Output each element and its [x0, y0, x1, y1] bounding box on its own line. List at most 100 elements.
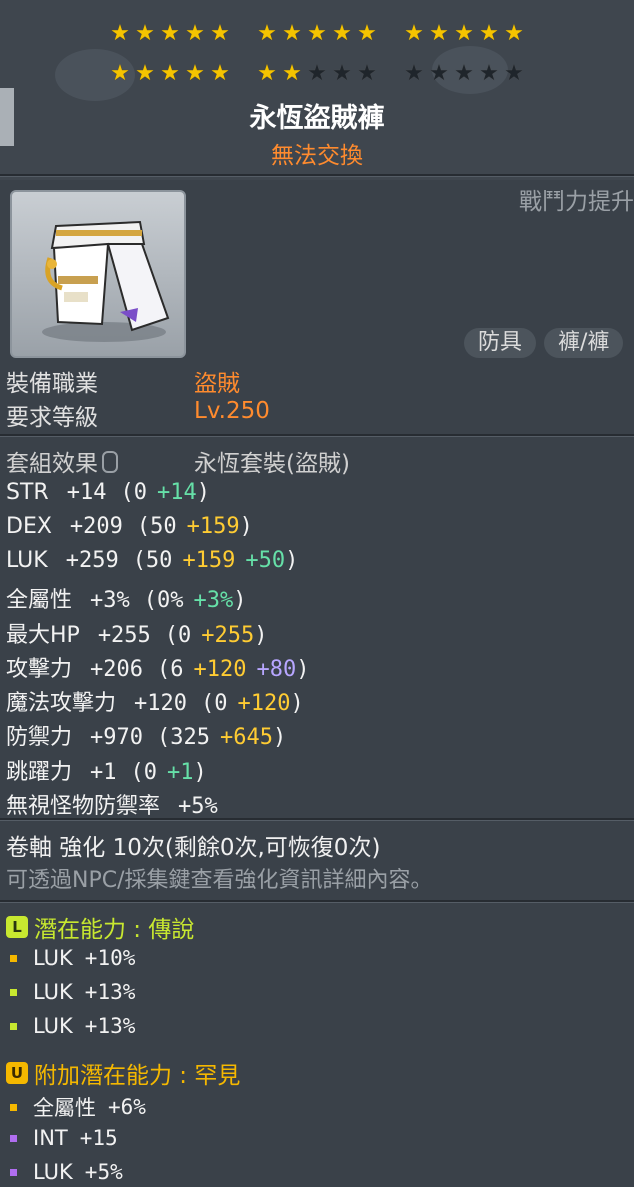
category-tag-armor: 防具: [464, 328, 537, 358]
stat-close: ): [272, 725, 287, 750]
star-filled-icon: ★: [110, 61, 130, 86]
star-filled-icon: ★: [160, 21, 180, 46]
stat-bonus: +255: [201, 623, 255, 648]
stat-bonus: +159: [182, 548, 236, 573]
star-group: ★ ★ ★ ★ ★: [109, 63, 232, 85]
stat-close: ): [285, 548, 299, 573]
stat-total: +5%: [178, 794, 218, 819]
potential-line: LUK +13%: [10, 1014, 135, 1038]
bullet-icon: [10, 988, 17, 996]
stat-base: (0: [130, 760, 158, 785]
stat-close: ): [196, 480, 210, 505]
potential-title: 潛在能力 : 傳說: [34, 917, 195, 943]
divider: [0, 174, 634, 177]
star-filled-icon: ★: [210, 21, 230, 46]
star-group: ★ ★ ★ ★ ★: [403, 23, 526, 45]
category-tag-pants: 褲/褲: [544, 328, 624, 358]
stat-close: ): [296, 657, 310, 682]
star-filled-icon: ★: [282, 61, 302, 86]
star-empty-icon: ★: [404, 61, 424, 86]
stat-close: ): [290, 691, 304, 716]
star-row: ★ ★ ★ ★ ★ ★ ★ ★ ★ ★ ★ ★ ★ ★ ★: [0, 54, 634, 94]
stat-name: 跳躍力: [6, 760, 73, 785]
star-filled-icon: ★: [210, 61, 230, 86]
stat-row: LUK +259 (50 +159 +50): [6, 548, 298, 573]
set-effect-name: 永恆套裝(盜賊): [194, 451, 350, 477]
bullet-icon: [10, 1103, 17, 1111]
stat-close: ): [254, 623, 268, 648]
legendary-badge-icon: L: [6, 916, 28, 938]
stat-bonus: +80: [256, 657, 297, 682]
stat-total: +120: [134, 691, 187, 716]
stat-total: +259: [65, 548, 119, 573]
stat-base: (325: [157, 725, 210, 750]
stat-name: LUK: [6, 548, 48, 573]
star-filled-icon: ★: [504, 21, 524, 46]
stat-bonus: +50: [245, 548, 286, 573]
stat-name: 無視怪物防禦率: [6, 794, 161, 819]
potential-value: +15: [79, 1126, 118, 1150]
star-filled-icon: ★: [282, 21, 302, 46]
star-group: ★ ★ ★ ★ ★: [256, 23, 379, 45]
stat-base: (50: [132, 548, 173, 573]
potential-header: L 潛在能力 : 傳說: [6, 910, 194, 944]
stat-bonus: +14: [156, 480, 197, 505]
stat-total: +206: [90, 657, 143, 682]
stat-row: 全屬性 +3% (0% +3%): [6, 582, 247, 614]
stat-close: ): [239, 514, 253, 539]
potential-line: 全屬性 +6%: [10, 1092, 146, 1122]
scroll-upgrade-info: 卷軸 強化 10次(剩餘0次,可恢復0次): [6, 835, 381, 861]
star-filled-icon: ★: [160, 61, 180, 86]
combat-power-label: 戰鬥力提升: [519, 189, 634, 215]
star-empty-icon: ★: [357, 61, 377, 86]
star-filled-icon: ★: [135, 21, 155, 46]
bullet-icon: [10, 1022, 17, 1030]
potential-line: LUK +13%: [10, 980, 135, 1004]
star-empty-icon: ★: [307, 61, 327, 86]
stat-total: +3%: [90, 588, 130, 613]
stat-bonus: +159: [186, 514, 240, 539]
upgrade-hint: 可透過NPC/採集鍵查看強化資訊詳細內容。: [6, 868, 433, 893]
divider: [0, 900, 634, 903]
bullet-icon: [10, 1134, 17, 1142]
star-group: ★ ★ ★ ★ ★: [403, 63, 526, 85]
stat-row: 最大HP +255 (0 +255): [6, 617, 268, 649]
potential-stat: LUK: [33, 1014, 73, 1038]
potential-stat: LUK: [33, 946, 73, 970]
set-effect-row[interactable]: 套組效果: [6, 444, 122, 478]
potential-value: +13%: [84, 980, 136, 1004]
white-gold-pants-icon: [42, 220, 170, 342]
stat-name: 攻擊力: [6, 657, 73, 682]
stat-row: DEX +209 (50 +159): [6, 514, 253, 539]
potential-value: +10%: [84, 946, 136, 970]
potential-value: +6%: [108, 1095, 146, 1119]
star-row: ★ ★ ★ ★ ★ ★ ★ ★ ★ ★ ★ ★ ★ ★ ★: [0, 14, 634, 54]
potential-line: LUK +10%: [10, 946, 135, 970]
stat-row: STR +14 (0 +14): [6, 480, 210, 505]
stat-row: 魔法攻擊力 +120 (0 +120): [6, 685, 304, 717]
stat-bonus: +120: [193, 657, 247, 682]
stat-name: 全屬性: [6, 588, 73, 613]
star-empty-icon: ★: [454, 61, 474, 86]
divider: [0, 434, 634, 437]
stat-name: 魔法攻擊力: [6, 691, 117, 716]
stat-base: (0: [120, 480, 147, 505]
star-filled-icon: ★: [135, 61, 155, 86]
stat-bonus: +1: [167, 760, 194, 785]
star-filled-icon: ★: [257, 61, 277, 86]
stat-total: +255: [97, 623, 151, 648]
stat-base: (0: [164, 623, 192, 648]
item-name: 永恆盜賊褲: [249, 103, 385, 134]
star-force-display: ★ ★ ★ ★ ★ ★ ★ ★ ★ ★ ★ ★ ★ ★ ★ ★ ★ ★ ★ ★ ★ ★ ★ ★ ★ ★ ★ ★ ★ ★: [0, 14, 634, 94]
star-group: ★ ★ ★ ★ ★: [256, 63, 379, 85]
potential-stat: LUK: [33, 1160, 73, 1184]
star-group: ★ ★ ★ ★ ★: [109, 23, 232, 45]
req-job-label: 裝備職業: [6, 371, 98, 397]
lock-icon: [102, 451, 118, 473]
stat-close: ): [233, 588, 247, 613]
star-filled-icon: ★: [110, 21, 130, 46]
potential-stat: 全屬性: [33, 1096, 96, 1120]
star-filled-icon: ★: [454, 21, 474, 46]
stat-row: 跳躍力 +1 (0 +1): [6, 754, 207, 786]
trade-status: 無法交換: [271, 143, 363, 169]
